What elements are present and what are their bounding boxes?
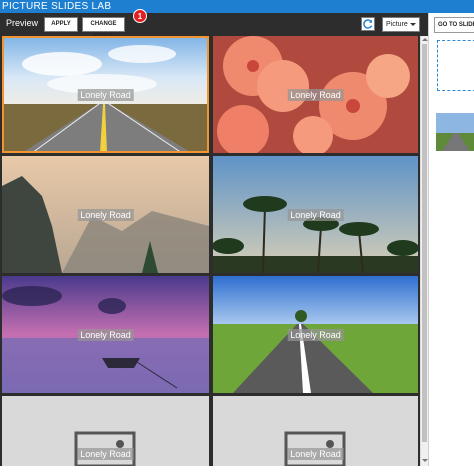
tile-caption: Lonely Road [287, 328, 344, 341]
tile-caption: Lonely Road [287, 448, 344, 460]
preview-toolbar: Preview APPLY CHANGE STYLE Picture [0, 13, 428, 40]
preview-tile-placeholder[interactable]: Lonely Road [213, 396, 418, 466]
apply-button[interactable]: APPLY [44, 17, 78, 32]
preview-tile-palm-trees[interactable]: Lonely Road [213, 156, 418, 273]
tile-caption: Lonely Road [77, 328, 134, 341]
tile-caption: Lonely Road [77, 448, 134, 460]
tile-caption: Lonely Road [287, 88, 344, 101]
preview-gallery: Lonely Road Lonely Road Lonely Road Lone… [0, 36, 420, 466]
preview-label: Preview [6, 18, 39, 28]
preview-tile-road-sky[interactable]: Lonely Road [2, 36, 209, 153]
slide-thumbnail[interactable] [436, 113, 474, 151]
preview-tile-purple-lake[interactable]: Lonely Road [2, 276, 209, 393]
step-badge: 1 [133, 9, 147, 23]
picture-select[interactable]: Picture [382, 17, 420, 32]
tile-caption: Lonely Road [287, 208, 344, 221]
picture-select-value: Picture [386, 21, 408, 28]
change-style-button[interactable]: CHANGE STYLE [82, 17, 125, 40]
refresh-button[interactable] [361, 17, 375, 31]
title-bar: PICTURE SLIDES LAB [0, 0, 474, 13]
tile-caption: Lonely Road [77, 88, 134, 101]
status-area [0, 466, 474, 476]
preview-tile-pink-flowers[interactable]: Lonely Road [213, 36, 418, 153]
scrollbar-thumb[interactable] [422, 44, 427, 442]
chevron-down-icon [410, 23, 416, 26]
window-title: PICTURE SLIDES LAB [2, 1, 112, 12]
tile-caption: Lonely Road [77, 208, 134, 221]
refresh-icon [363, 19, 373, 29]
slide-drop-target[interactable] [437, 40, 474, 91]
slides-pane: GO TO SLIDE [428, 13, 474, 466]
preview-tile-misty-cliffs[interactable]: Lonely Road [2, 156, 209, 273]
slide-thumbnail-image [436, 113, 474, 151]
preview-tile-road-fields[interactable]: Lonely Road [213, 276, 418, 393]
gallery-scrollbar[interactable] [420, 36, 428, 466]
preview-tile-placeholder[interactable]: Lonely Road [2, 396, 209, 466]
go-to-slide-button[interactable]: GO TO SLIDE [434, 17, 474, 33]
